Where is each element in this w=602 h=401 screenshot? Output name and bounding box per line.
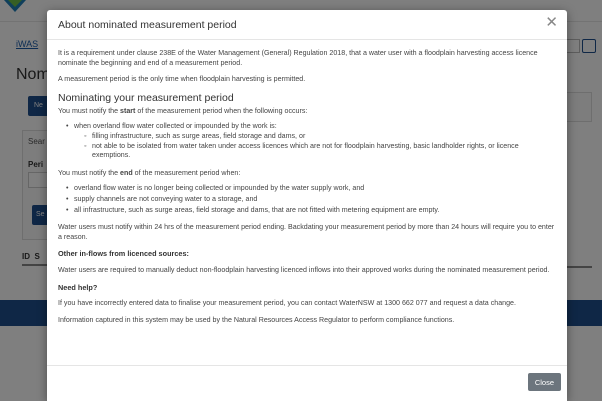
help-heading: Need help? [58, 282, 98, 292]
close-button[interactable]: Close [527, 373, 561, 391]
end-conditions-list: overland flow water is no longer being c… [58, 184, 556, 215]
end-keyword: end [120, 168, 133, 177]
start-conditions-list: when overland flow water collected or im… [58, 122, 556, 160]
notify-within-text: Water users must notify within 24 hrs of… [58, 223, 555, 241]
list-item: supply channels are not conveying water … [66, 195, 556, 205]
close-icon[interactable]: ✕ [545, 15, 558, 30]
modal-footer: Close [47, 365, 567, 401]
modal-header: About nominated measurement period ✕ [47, 10, 567, 40]
only-time-text: A measurement period is the only time wh… [58, 75, 306, 84]
help-text: If you have incorrectly entered data to … [58, 299, 516, 308]
list-item: filling infrastructure, such as surge ar… [84, 132, 556, 142]
end-notice: You must notify the end of the measureme… [58, 168, 241, 177]
info-modal: About nominated measurement period ✕ It … [47, 10, 567, 401]
info-text: Information captured in this system may … [58, 315, 455, 324]
intro-text: It is a requirement under clause 238E of… [58, 49, 538, 67]
list-item: not able to be isolated from water taken… [84, 142, 556, 161]
list-item: all infrastructure, such as surge areas,… [66, 206, 556, 216]
nominating-heading: Nominating your measurement period [58, 91, 234, 104]
start-keyword: start [120, 106, 136, 115]
start-subconditions-list: filling infrastructure, such as surge ar… [74, 132, 556, 161]
start-notice: You must notify the start of the measure… [58, 106, 308, 115]
inflows-text: Water users are required to manually ded… [58, 265, 550, 274]
modal-body: It is a requirement under clause 238E of… [47, 40, 567, 325]
list-item: when overland flow water collected or im… [66, 122, 556, 160]
list-item: overland flow water is no longer being c… [66, 184, 556, 194]
modal-title: About nominated measurement period [58, 19, 237, 31]
inflows-heading: Other in-flows from licenced sources: [58, 249, 189, 259]
